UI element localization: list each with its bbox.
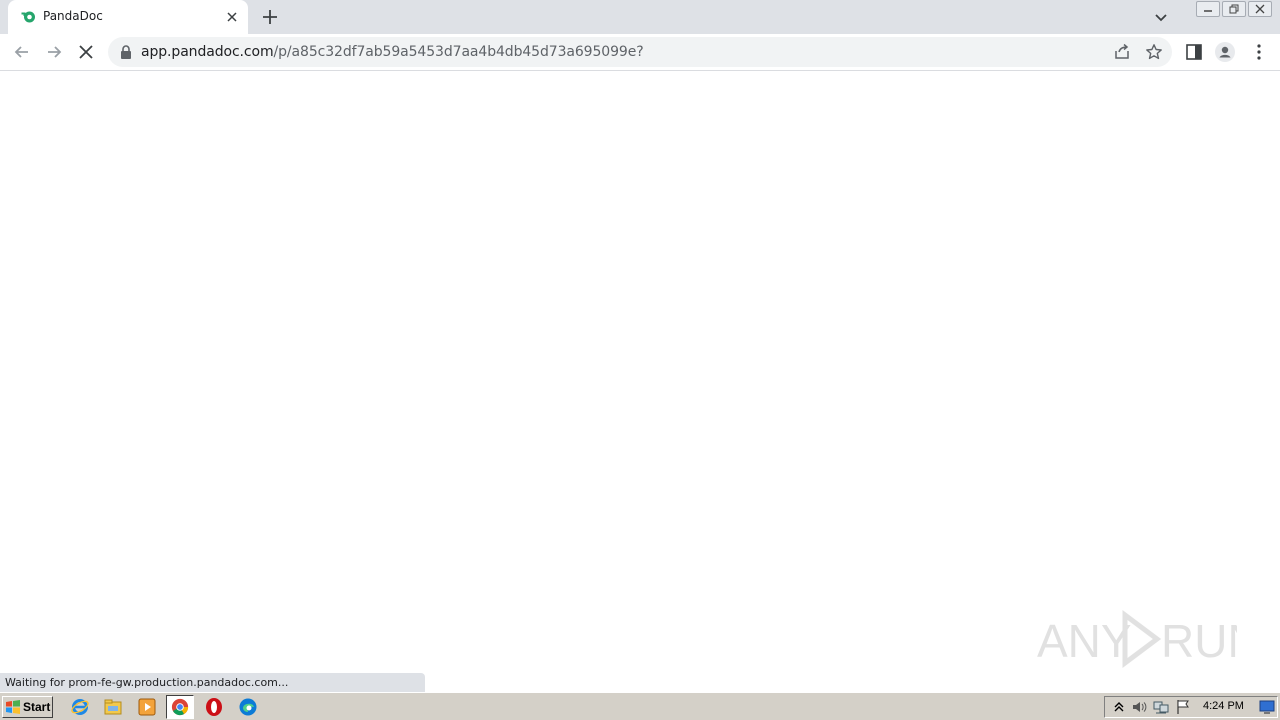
svg-text:ANY: ANY xyxy=(1037,615,1132,667)
share-icon[interactable] xyxy=(1113,43,1131,61)
back-arrow-icon[interactable] xyxy=(12,42,32,62)
svg-text:RUN: RUN xyxy=(1161,615,1237,667)
pandadoc-logo-icon xyxy=(21,11,35,23)
start-button[interactable]: Start xyxy=(2,696,53,718)
chrome-taskbar-button[interactable] xyxy=(166,695,194,719)
tab-title: PandaDoc xyxy=(43,9,103,23)
network-icon[interactable] xyxy=(1153,699,1169,715)
tab-strip: PandaDoc xyxy=(0,0,1280,34)
windows-logo-icon xyxy=(6,700,20,714)
restore-button[interactable] xyxy=(1222,1,1246,17)
restore-icon xyxy=(1229,4,1238,14)
file-explorer-icon[interactable] xyxy=(103,697,123,717)
media-player-icon[interactable] xyxy=(137,697,157,717)
new-tab-icon[interactable] xyxy=(260,7,280,27)
window-controls xyxy=(1196,1,1272,17)
anyrun-watermark-logo: ANY RUN xyxy=(1037,610,1237,668)
url-text[interactable]: app.pandadoc.com/p/a85c32df7ab59a5453d7a… xyxy=(141,44,644,60)
url-path: /p/a85c32df7ab59a5453d7aa4b4db45d73a6950… xyxy=(273,44,644,60)
edge-icon[interactable] xyxy=(238,697,258,717)
page-content xyxy=(0,72,1280,692)
start-label: Start xyxy=(23,700,51,714)
show-hidden-icons-icon[interactable] xyxy=(1111,699,1127,715)
show-desktop-icon[interactable] xyxy=(1259,699,1275,715)
tab-search-chevron-down-icon[interactable] xyxy=(1152,8,1170,26)
close-window-button[interactable] xyxy=(1248,1,1272,17)
volume-icon[interactable] xyxy=(1131,699,1147,715)
kebab-menu-icon[interactable] xyxy=(1249,42,1269,62)
opera-icon[interactable] xyxy=(204,697,224,717)
tab-pandadoc[interactable]: PandaDoc xyxy=(8,0,248,34)
browser-toolbar: app.pandadoc.com/p/a85c32df7ab59a5453d7a… xyxy=(0,34,1280,71)
profile-avatar-icon[interactable] xyxy=(1215,42,1235,62)
url-host: app.pandadoc.com xyxy=(141,44,274,60)
internet-explorer-icon[interactable] xyxy=(70,697,90,717)
address-bar[interactable]: app.pandadoc.com/p/a85c32df7ab59a5453d7a… xyxy=(108,37,1172,67)
stop-loading-icon[interactable] xyxy=(76,42,96,62)
forward-arrow-icon[interactable] xyxy=(44,42,64,62)
chrome-icon xyxy=(171,698,189,716)
system-tray: 4:24 PM xyxy=(1104,696,1278,718)
clock[interactable]: 4:24 PM xyxy=(1203,700,1244,712)
minimize-icon xyxy=(1204,10,1212,12)
status-bubble: Waiting for prom-fe-gw.production.pandad… xyxy=(0,673,425,692)
lock-icon[interactable] xyxy=(120,45,132,59)
close-icon xyxy=(1255,4,1265,14)
close-tab-icon[interactable] xyxy=(224,9,240,25)
action-center-flag-icon[interactable] xyxy=(1175,699,1191,715)
minimize-button[interactable] xyxy=(1196,1,1220,17)
windows-taskbar: Start 4:24 PM xyxy=(0,692,1280,720)
bookmark-star-icon[interactable] xyxy=(1145,43,1163,61)
side-panel-icon[interactable] xyxy=(1184,42,1204,62)
